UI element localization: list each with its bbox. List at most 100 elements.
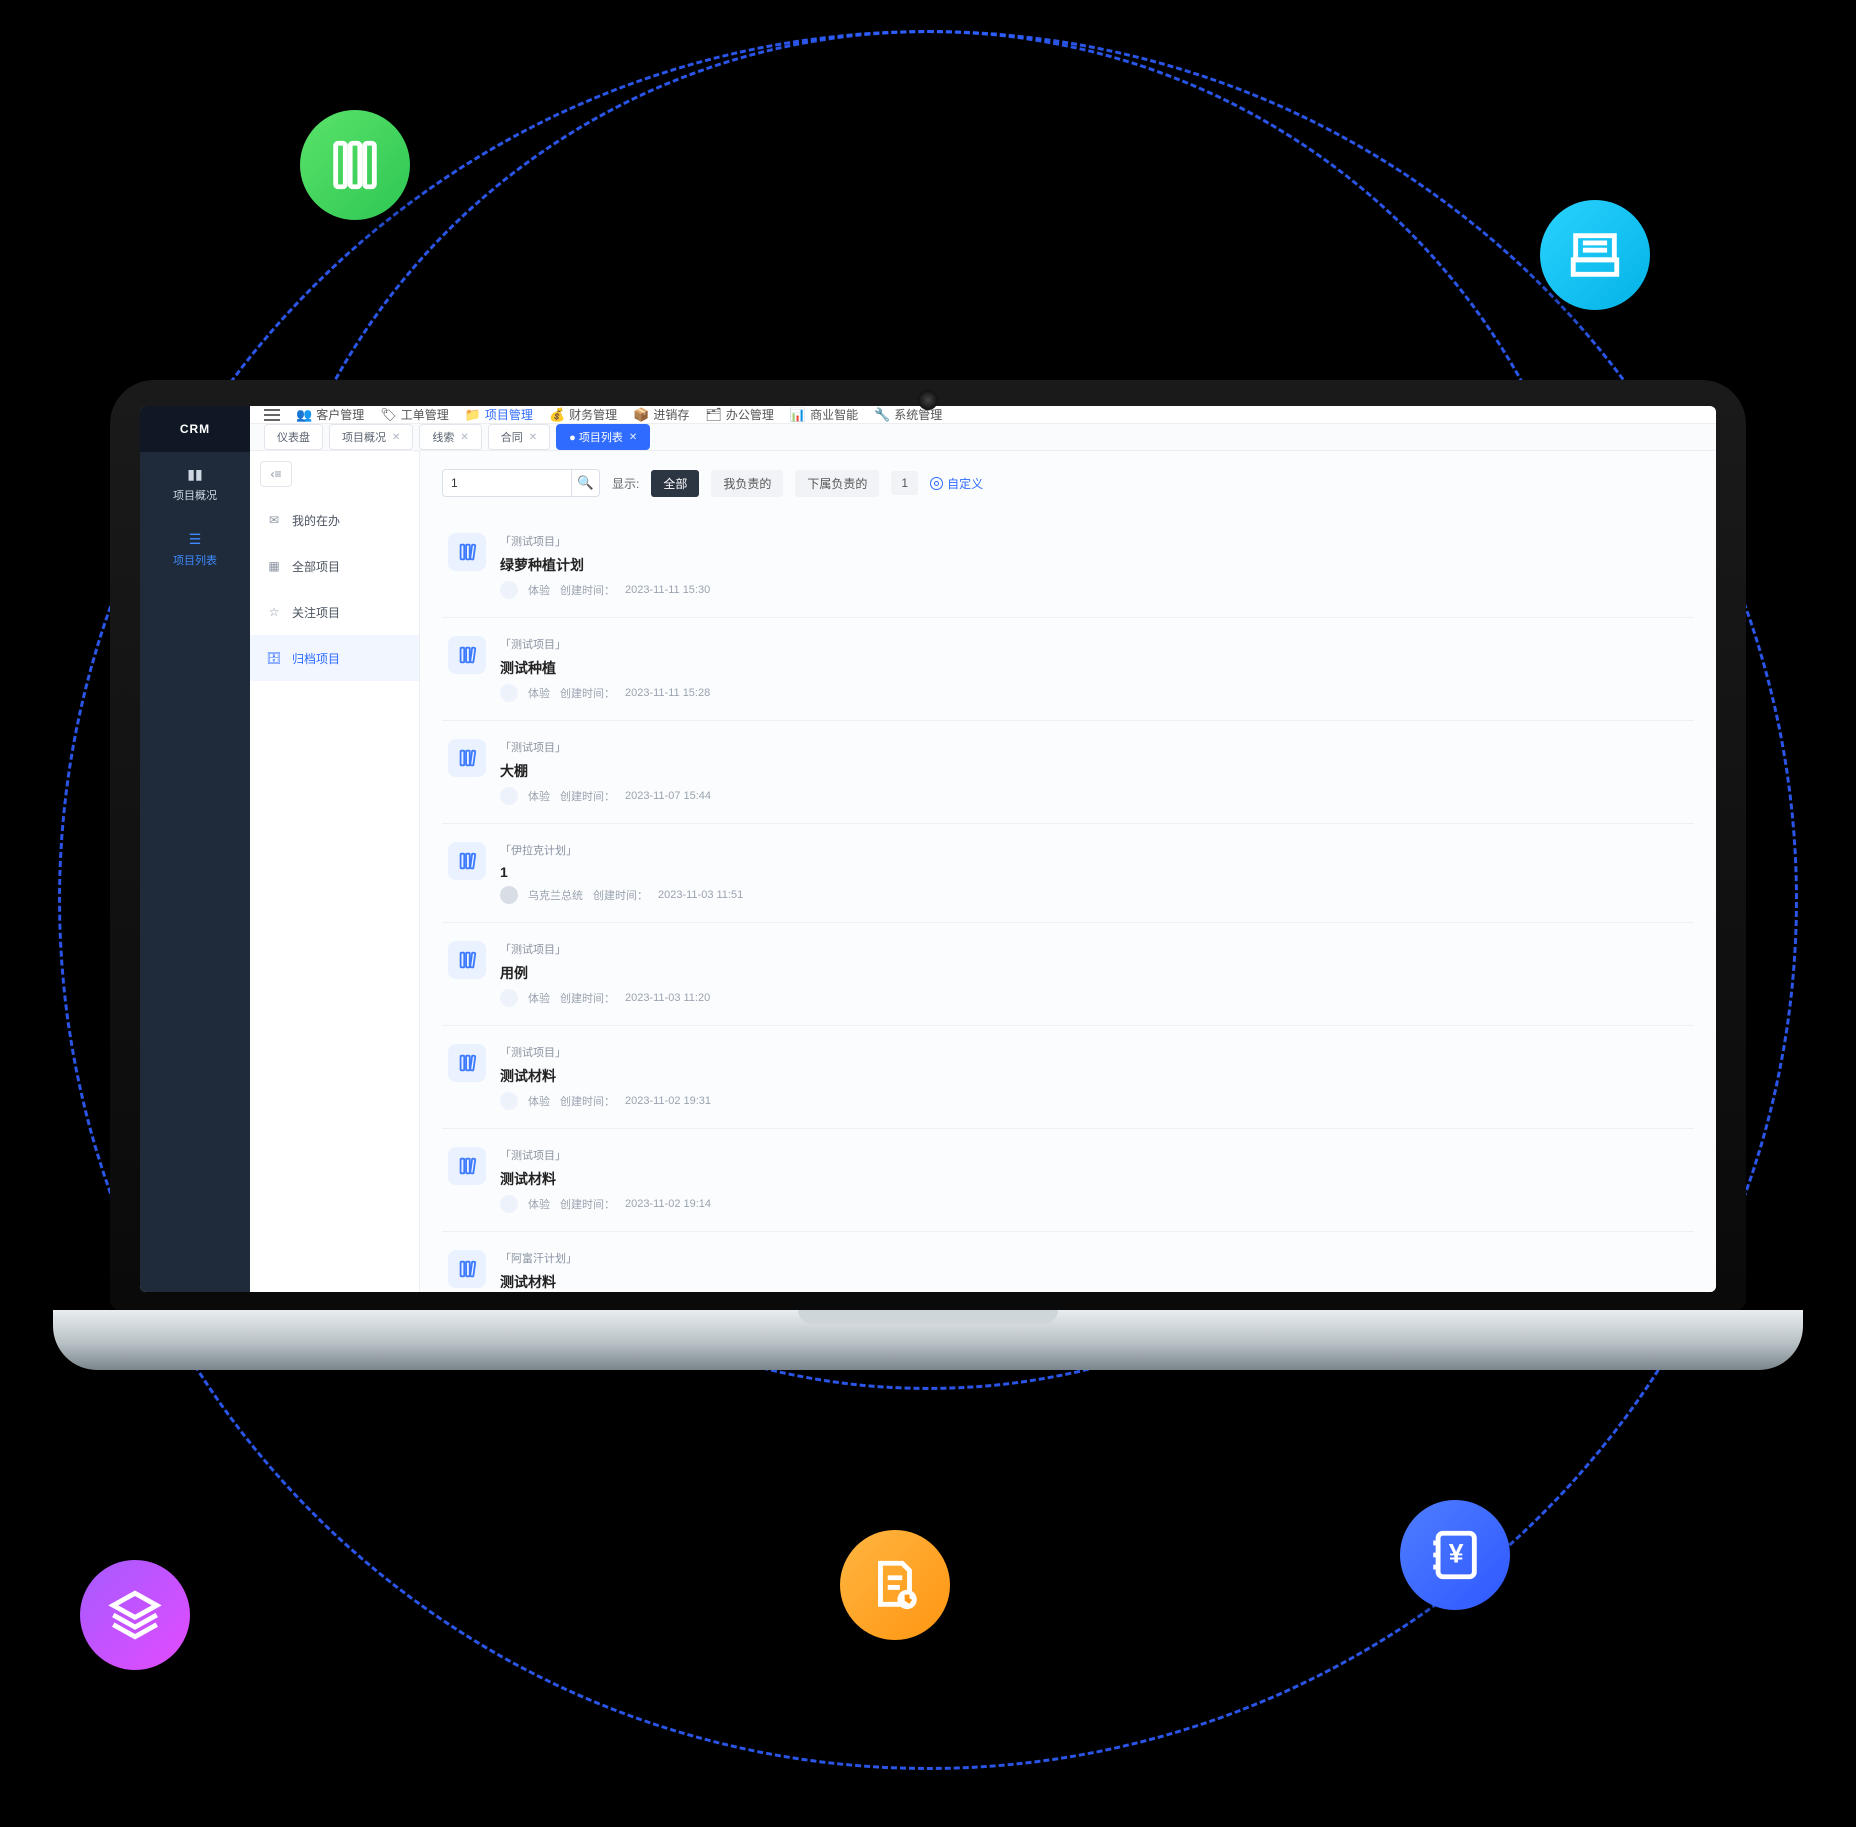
laptop-base (53, 1310, 1803, 1370)
project-tag: 「阿富汗计划」 (500, 1250, 577, 1266)
topnav-finance[interactable]: 💰财务管理 (549, 406, 617, 423)
project-title: 测试材料 (500, 1066, 711, 1086)
project-owner: 体验 (528, 990, 550, 1006)
topnav-projects[interactable]: 📁项目管理 (465, 406, 533, 423)
topnav-inventory[interactable]: 📦进销存 (633, 406, 689, 423)
project-meta: 乌克兰总统创建时间：2023-11-03 11:51 (500, 886, 743, 904)
project-thumb (448, 941, 486, 979)
filter-subs[interactable]: 下属负责的 (795, 470, 879, 497)
tab-dashboard[interactable]: 仪表盘 (264, 424, 323, 450)
project-tag: 「伊拉克计划」 (500, 842, 743, 858)
project-owner: 体验 (528, 1196, 550, 1212)
project-tag: 「测试项目」 (500, 636, 710, 652)
project-meta: 体验创建时间：2023-11-11 15:28 (500, 684, 710, 702)
project-title: 测试种植 (500, 658, 710, 678)
project-meta: 体验创建时间：2023-11-02 19:14 (500, 1195, 711, 1213)
collapse-button[interactable]: ‹≡ (260, 461, 292, 487)
project-tag: 「测试项目」 (500, 941, 710, 957)
sidebar-item-archive[interactable]: 🗄归档项目 (250, 635, 419, 681)
sidebar-item-all[interactable]: ▦全部项目 (250, 543, 419, 589)
star-icon: ☆ (266, 605, 282, 619)
project-created: 2023-11-11 15:28 (625, 687, 710, 699)
sidebar-item-mine[interactable]: ✉我的在办 (250, 497, 419, 543)
project-thumb (448, 739, 486, 777)
archive-icon: 🗄 (266, 651, 282, 665)
project-tag: 「测试项目」 (500, 533, 710, 549)
left-rail: CRM ▮▮ 项目概况 ☰ 项目列表 (140, 406, 250, 1292)
svg-text:¥: ¥ (1449, 1538, 1464, 1568)
project-card[interactable]: 「测试项目」测试种植体验创建时间：2023-11-11 15:28 (442, 618, 1694, 721)
rail-item-list[interactable]: ☰ 项目列表 (140, 517, 250, 582)
owner-avatar (500, 787, 518, 805)
custom-filter[interactable]: 自定义 (930, 475, 983, 492)
project-title: 测试材料 (500, 1272, 577, 1292)
search-input[interactable] (442, 469, 572, 497)
project-card[interactable]: 「测试项目」测试材料体验创建时间：2023-11-02 19:14 (442, 1129, 1694, 1232)
project-card[interactable]: 「阿富汗计划」测试材料 (442, 1232, 1694, 1292)
owner-avatar (500, 886, 518, 904)
project-owner: 乌克兰总统 (528, 887, 583, 903)
gear-icon (930, 477, 943, 490)
project-meta: 体验创建时间：2023-11-02 19:31 (500, 1092, 711, 1110)
filter-mine[interactable]: 我负责的 (711, 470, 783, 497)
bi-icon: 📊 (790, 407, 806, 423)
project-owner: 体验 (528, 685, 550, 701)
close-icon[interactable]: ✕ (392, 432, 400, 443)
project-tag: 「测试项目」 (500, 739, 711, 755)
menu-icon[interactable] (264, 409, 280, 421)
project-tag: 「测试项目」 (500, 1147, 711, 1163)
project-card[interactable]: 「测试项目」大棚体验创建时间：2023-11-07 15:44 (442, 721, 1694, 824)
project-created: 2023-11-11 15:30 (625, 584, 710, 596)
tab-project-list[interactable]: ● 项目列表✕ (556, 424, 650, 450)
project-meta: 体验创建时间：2023-11-07 15:44 (500, 787, 711, 805)
topnav-tickets[interactable]: 🏷工单管理 (380, 406, 449, 423)
created-label: 创建时间： (560, 788, 615, 804)
topbar: 👥客户管理 🏷工单管理 📁项目管理 💰财务管理 📦进销存 🗂办公管理 📊商业智能… (250, 406, 1716, 424)
wrench-icon: 🔧 (874, 407, 890, 423)
project-card[interactable]: 「测试项目」绿萝种植计划体验创建时间：2023-11-11 15:30 (442, 515, 1694, 618)
topnav-customers[interactable]: 👥客户管理 (296, 406, 364, 423)
project-card[interactable]: 「伊拉克计划」 1 乌克兰总统创建时间：2023-11-03 11:51 (442, 824, 1694, 923)
project-thumb (448, 533, 486, 571)
workspace: ‹≡ ✉我的在办 ▦全部项目 ☆关注项目 🗄归档项目 🔍 (250, 451, 1716, 1292)
grid-icon: ▦ (266, 559, 282, 573)
project-title: 1 (500, 864, 743, 880)
project-owner: 体验 (528, 788, 550, 804)
owner-avatar (500, 581, 518, 599)
project-card[interactable]: 「测试项目」测试材料体验创建时间：2023-11-02 19:31 (442, 1026, 1694, 1129)
close-icon[interactable]: ✕ (629, 432, 637, 443)
rail-item-overview[interactable]: ▮▮ 项目概况 (140, 452, 250, 517)
created-label: 创建时间： (560, 582, 615, 598)
filter-row: 🔍 显示: 全部 我负责的 下属负责的 1 自定义 (442, 469, 1694, 497)
search-button[interactable]: 🔍 (572, 469, 600, 497)
project-list: 「测试项目」绿萝种植计划体验创建时间：2023-11-11 15:30「测试项目… (442, 515, 1694, 1292)
owner-avatar (500, 1195, 518, 1213)
office-icon: 🗂 (705, 407, 722, 423)
project-tag: 「测试项目」 (500, 1044, 711, 1060)
tab-leads[interactable]: 线索✕ (419, 424, 481, 450)
created-label: 创建时间： (560, 990, 615, 1006)
sidebar-item-follow[interactable]: ☆关注项目 (250, 589, 419, 635)
created-label: 创建时间： (593, 887, 648, 903)
project-created: 2023-11-02 19:14 (625, 1198, 711, 1210)
close-icon[interactable]: ✕ (529, 432, 537, 443)
tab-overview[interactable]: 项目概况✕ (329, 424, 413, 450)
rail-item-label: 项目列表 (173, 555, 217, 567)
tabbar: 仪表盘 项目概况✕ 线索✕ 合同✕ ● 项目列表✕ (250, 424, 1716, 451)
chart-icon: ▮▮ (140, 466, 250, 483)
project-title: 用例 (500, 963, 710, 983)
topnav-bi[interactable]: 📊商业智能 (790, 406, 858, 423)
filter-all[interactable]: 全部 (651, 470, 699, 497)
list-icon: ☰ (140, 531, 250, 548)
users-icon: 👥 (296, 407, 312, 423)
show-label: 显示: (612, 475, 639, 492)
books-icon (300, 110, 410, 220)
tab-contracts[interactable]: 合同✕ (488, 424, 550, 450)
filter-count[interactable]: 1 (891, 471, 918, 495)
owner-avatar (500, 684, 518, 702)
project-meta: 体验创建时间：2023-11-03 11:20 (500, 989, 710, 1007)
close-icon[interactable]: ✕ (460, 432, 468, 443)
project-card[interactable]: 「测试项目」用例体验创建时间：2023-11-03 11:20 (442, 923, 1694, 1026)
topnav-office[interactable]: 🗂办公管理 (705, 406, 774, 423)
project-created: 2023-11-02 19:31 (625, 1095, 711, 1107)
